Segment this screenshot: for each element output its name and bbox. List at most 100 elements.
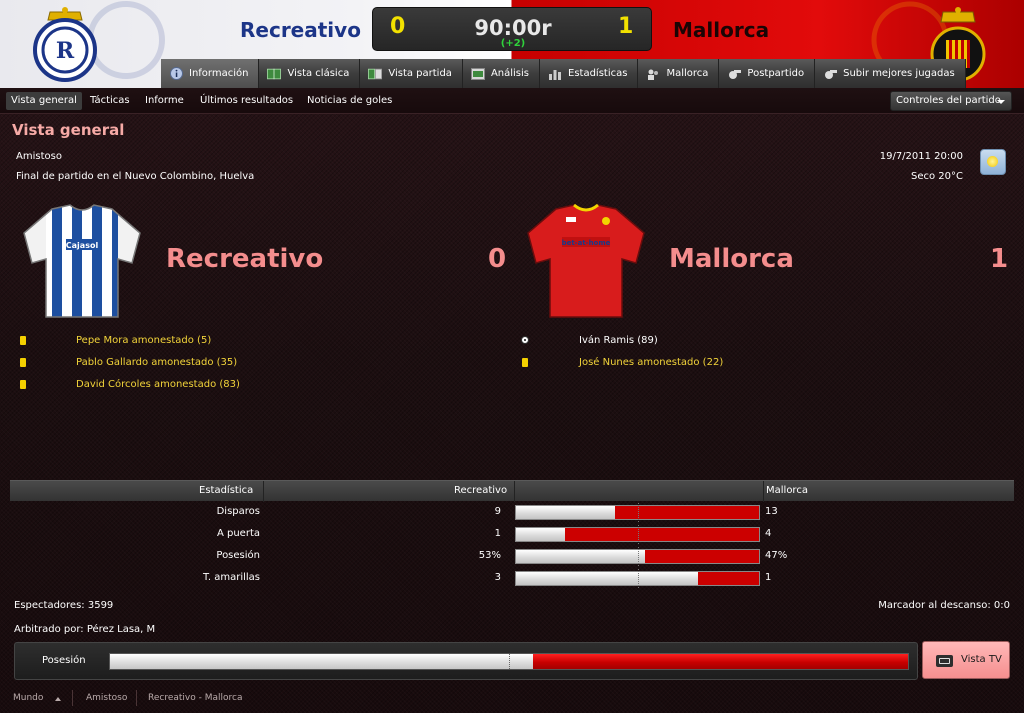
stat-away-value: 13 — [765, 506, 778, 517]
yellow-card-icon — [20, 380, 26, 389]
tab-label: Subir mejores jugadas — [843, 68, 955, 79]
breadcrumb-divider — [136, 690, 137, 706]
possession-panel: Posesión — [14, 642, 918, 680]
main-nav: Información Vista clásica Vista partida … — [161, 59, 966, 88]
breadcrumb-mundo[interactable]: Mundo — [13, 693, 43, 703]
subtab-noticias-de-goles[interactable]: Noticias de goles — [302, 92, 397, 110]
stats-icon — [548, 67, 562, 81]
column-divider — [514, 481, 515, 502]
info-icon — [169, 67, 183, 81]
chevron-down-icon — [997, 100, 1005, 104]
sun-icon — [980, 149, 1006, 175]
tab-mallorca[interactable]: Mallorca — [638, 59, 720, 88]
home-event[interactable]: David Córcoles amonestado (83) — [18, 378, 438, 394]
away-kit-icon: bet-at-home — [527, 203, 645, 318]
overview-away-score: 1 — [990, 244, 1009, 274]
header-home-team[interactable]: Recreativo — [240, 18, 361, 46]
event-text: Pablo Gallardo amonestado (35) — [76, 357, 238, 368]
tab-label: Análisis — [490, 68, 529, 79]
venue: Final de partido en el Nuevo Colombino, … — [16, 171, 255, 182]
attendance: Espectadores: 3599 — [14, 600, 114, 611]
stat-label: Disparos — [216, 506, 260, 517]
tab-postpartido[interactable]: Postpartido — [719, 59, 816, 88]
tab-vista-partida[interactable]: Vista partida — [360, 59, 463, 88]
tab-analisis[interactable]: Análisis — [462, 59, 540, 88]
home-kit-icon: Cajasol — [23, 204, 141, 318]
column-divider — [763, 481, 764, 502]
stat-home-value: 1 — [494, 528, 501, 539]
stat-row: Disparos 9 13 — [10, 501, 1014, 523]
stats-header-stat: Estadística — [199, 485, 254, 496]
stat-comparison-bar — [515, 569, 760, 588]
column-divider — [263, 481, 264, 502]
subtab-vista-general[interactable]: Vista general — [6, 92, 82, 110]
midline — [638, 569, 639, 588]
tab-label: Mallorca — [666, 68, 709, 79]
midline — [638, 525, 639, 544]
stat-away-value: 4 — [765, 528, 772, 539]
overview-away-team[interactable]: Mallorca — [669, 244, 794, 274]
match-controls-label: Controles del partido — [896, 95, 1001, 106]
midline — [638, 547, 639, 566]
match-controls-dropdown[interactable]: Controles del partido — [890, 91, 1012, 111]
split-view-icon — [368, 67, 383, 81]
stats-header-away: Mallorca — [766, 485, 808, 496]
scoreboard: 0 90:00r (+2) 1 — [372, 7, 652, 51]
stat-comparison-bar — [515, 525, 760, 544]
yellow-card-icon — [20, 336, 26, 345]
stat-comparison-bar — [515, 503, 760, 522]
home-event[interactable]: Pepe Mora amonestado (5) — [18, 334, 438, 350]
header-home-score: 0 — [390, 14, 406, 39]
added-time: (+2) — [500, 38, 526, 49]
subtab-tacticas[interactable]: Tácticas — [85, 92, 135, 110]
svg-text:R: R — [56, 38, 75, 64]
stat-label: T. amarillas — [202, 572, 260, 583]
breadcrumb-match[interactable]: Recreativo - Mallorca — [148, 693, 242, 703]
overview-home-team[interactable]: Recreativo — [166, 244, 323, 274]
tab-label: Información — [189, 68, 249, 79]
header-away-team[interactable]: Mallorca — [673, 18, 793, 46]
pitch-icon — [267, 67, 282, 81]
stat-bar-home — [516, 550, 645, 563]
sub-nav: Vista general Tácticas Informe Últimos r… — [0, 88, 1024, 114]
stat-bar-home — [516, 572, 699, 585]
stats-table-header: Estadística Recreativo Mallorca — [10, 480, 1014, 502]
stat-home-value: 9 — [494, 506, 501, 517]
tab-label: Vista clásica — [287, 68, 350, 79]
subtab-ultimos-resultados[interactable]: Últimos resultados — [195, 92, 298, 110]
weather-text: Seco 20°C — [910, 171, 963, 182]
tab-estadisticas[interactable]: Estadísticas — [540, 59, 639, 88]
ball-icon — [521, 336, 529, 344]
stat-row: A puerta 1 4 — [10, 523, 1014, 545]
stat-away-value: 47% — [765, 550, 788, 561]
away-sponsor: bet-at-home — [562, 239, 611, 247]
midline — [509, 654, 510, 669]
event-text: Iván Ramis (89) — [579, 335, 658, 346]
tv-view-button[interactable]: Vista TV — [922, 641, 1010, 679]
breadcrumb-amistoso[interactable]: Amistoso — [86, 693, 127, 703]
breadcrumb: Mundo Amistoso Recreativo - Mallorca — [0, 688, 1024, 713]
away-event[interactable]: Iván Ramis (89) — [520, 334, 940, 350]
page-title: Vista general — [12, 121, 125, 139]
tab-vista-clasica[interactable]: Vista clásica — [259, 59, 361, 88]
stat-comparison-bar — [515, 547, 760, 566]
stat-home-value: 3 — [494, 572, 501, 583]
tab-informacion[interactable]: Información — [161, 59, 260, 88]
home-sponsor: Cajasol — [66, 241, 99, 250]
overview-home-score: 0 — [488, 244, 507, 274]
subtab-informe[interactable]: Informe — [140, 92, 189, 110]
possession-bar-home — [110, 654, 533, 669]
yellow-card-icon — [20, 358, 26, 367]
caret-up-icon[interactable] — [55, 697, 61, 701]
home-event[interactable]: Pablo Gallardo amonestado (35) — [18, 356, 438, 372]
stat-label: Posesión — [216, 550, 260, 561]
upload-icon — [823, 67, 837, 81]
stat-home-value: 53% — [478, 550, 501, 561]
tab-subir-mejores-jugadas[interactable]: Subir mejores jugadas — [815, 59, 966, 88]
away-event[interactable]: José Nunes amonestado (22) — [520, 356, 940, 372]
stat-away-value: 1 — [765, 572, 772, 583]
tab-label: Vista partida — [388, 68, 452, 79]
match-clock: 90:00r — [474, 16, 552, 40]
stat-label: A puerta — [216, 528, 260, 539]
event-text: David Córcoles amonestado (83) — [76, 379, 240, 390]
